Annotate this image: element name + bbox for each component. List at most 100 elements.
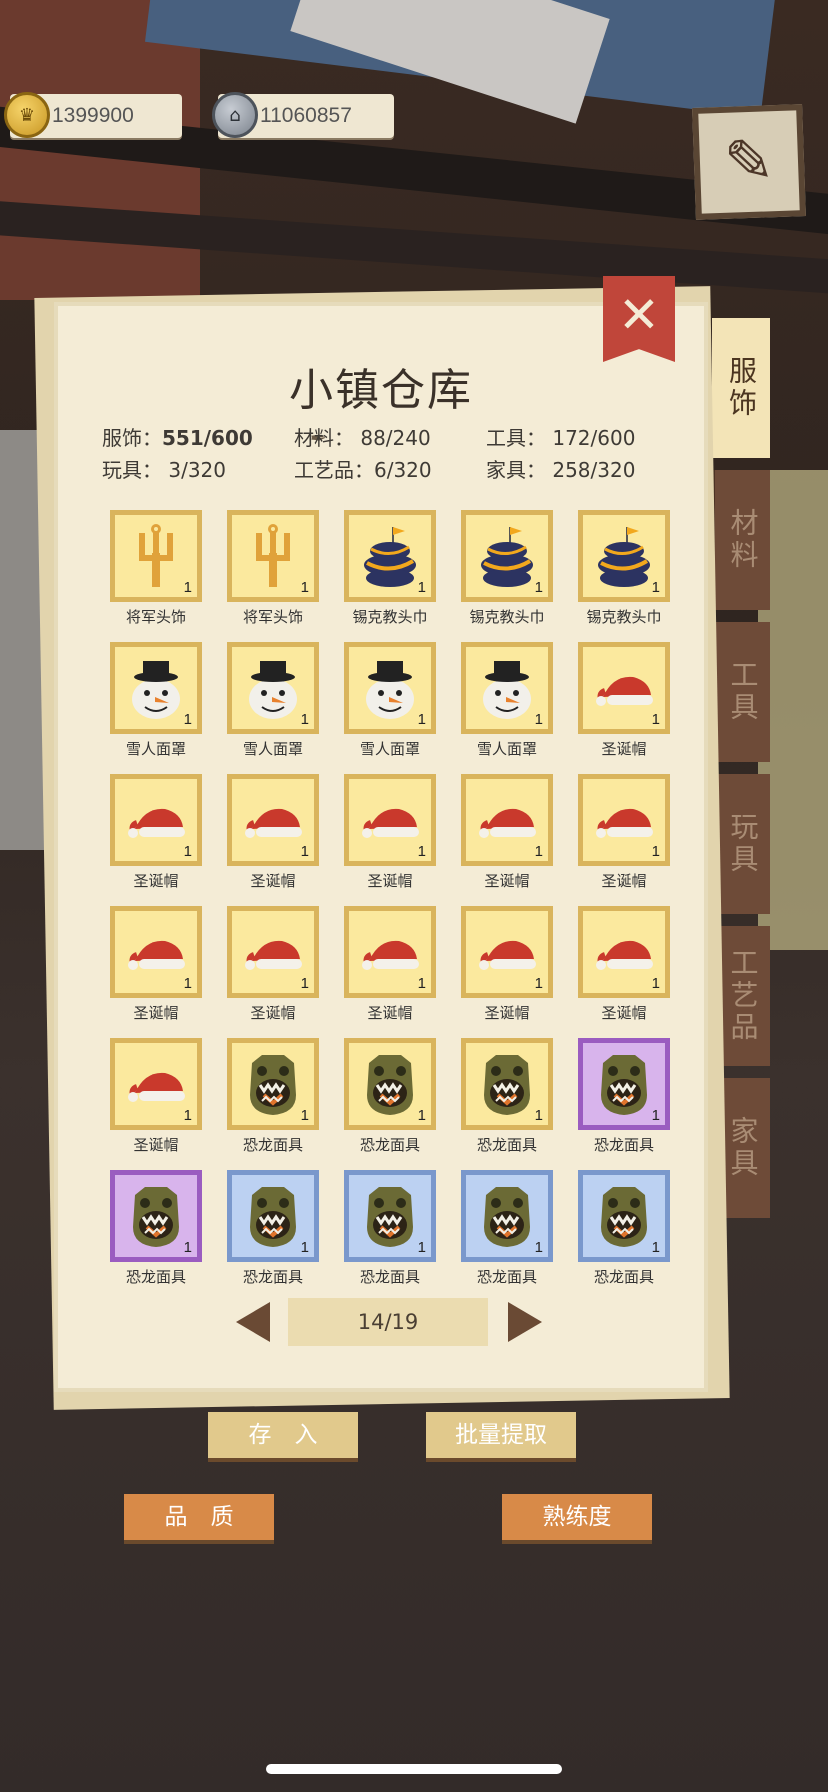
item-count: 1 (417, 579, 426, 596)
inventory-item[interactable]: 1 恐龙面具 (344, 1038, 436, 1154)
santa-hat-icon (476, 919, 538, 985)
inventory-item[interactable]: 1 圣诞帽 (578, 906, 670, 1022)
warehouse-panel: 小镇仓库 服饰：551/600 ✒ 材料： 88/240 工具： 172/600… (54, 302, 708, 1392)
stat-tools: 工具： 172/600 (486, 426, 636, 450)
home-indicator[interactable] (266, 1764, 562, 1774)
inventory-item[interactable]: 1 锡克教头巾 (461, 510, 553, 626)
item-slot[interactable]: 1 (578, 906, 670, 998)
proficiency-button[interactable]: 熟练度 (502, 1494, 652, 1540)
item-slot[interactable]: 1 (461, 906, 553, 998)
item-count: 1 (417, 1239, 426, 1256)
santa-hat-icon (359, 787, 421, 853)
inventory-item[interactable]: 1 恐龙面具 (110, 1170, 202, 1286)
inventory-item[interactable]: 1 圣诞帽 (461, 906, 553, 1022)
stat-clothing-value: 551/600 (162, 426, 253, 450)
inventory-item[interactable]: 1 将军头饰 (227, 510, 319, 626)
gold-amount: 1399900 (52, 104, 134, 127)
item-slot[interactable]: 1 (344, 906, 436, 998)
santa-hat-icon (125, 919, 187, 985)
item-count: 1 (417, 711, 426, 728)
journal-button[interactable]: ✎ (692, 104, 806, 220)
santa-hat-icon (125, 787, 187, 853)
inventory-item[interactable]: 1 圣诞帽 (110, 1038, 202, 1154)
inventory-item[interactable]: 1 恐龙面具 (227, 1170, 319, 1286)
inventory-item[interactable]: 1 恐龙面具 (461, 1170, 553, 1286)
item-count: 1 (300, 711, 309, 728)
inventory-item[interactable]: 1 圣诞帽 (344, 774, 436, 890)
item-slot[interactable]: 1 (578, 510, 670, 602)
item-count: 1 (417, 1107, 426, 1124)
item-slot[interactable]: 1 (344, 774, 436, 866)
inventory-item[interactable]: 1 圣诞帽 (578, 774, 670, 890)
inventory-item[interactable]: 1 恐龙面具 (578, 1038, 670, 1154)
item-name: 锡克教头巾 (586, 608, 662, 626)
turban-icon (593, 523, 655, 589)
prev-page-arrow-icon[interactable] (236, 1302, 270, 1342)
item-slot[interactable]: 1 (461, 510, 553, 602)
inventory-item[interactable]: 1 圣诞帽 (344, 906, 436, 1022)
inventory-item[interactable]: 1 恐龙面具 (227, 1038, 319, 1154)
inventory-item[interactable]: 1 锡克教头巾 (578, 510, 670, 626)
item-slot[interactable]: 1 (227, 1170, 319, 1262)
item-name: 恐龙面具 (476, 1268, 537, 1286)
item-slot[interactable]: 1 (110, 642, 202, 734)
item-slot[interactable]: 1 (110, 774, 202, 866)
deposit-button[interactable]: 存 入 (208, 1412, 358, 1458)
inventory-item[interactable]: 1 雪人面罩 (344, 642, 436, 758)
inventory-item[interactable]: 1 雪人面罩 (227, 642, 319, 758)
inventory-item[interactable]: 1 圣诞帽 (227, 906, 319, 1022)
inventory-item[interactable]: 1 恐龙面具 (344, 1170, 436, 1286)
item-slot[interactable]: 1 (344, 642, 436, 734)
santa-hat-icon (242, 919, 304, 985)
item-slot[interactable]: 1 (227, 1038, 319, 1130)
item-slot[interactable]: 1 (578, 1038, 670, 1130)
dino-mask-icon (476, 1183, 538, 1249)
item-slot[interactable]: 1 (461, 1038, 553, 1130)
quality-button[interactable]: 品 质 (124, 1494, 274, 1540)
santa-hat-icon (593, 919, 655, 985)
item-slot[interactable]: 1 (344, 510, 436, 602)
stat-toys: 玩具： 3/320 (102, 458, 226, 482)
snowman-icon (125, 655, 187, 721)
item-slot[interactable]: 1 (227, 510, 319, 602)
inventory-item[interactable]: 1 雪人面罩 (110, 642, 202, 758)
item-slot[interactable]: 1 (110, 1038, 202, 1130)
batch-withdraw-button[interactable]: 批量提取 (426, 1412, 576, 1458)
item-slot[interactable]: 1 (227, 774, 319, 866)
item-slot[interactable]: 1 (578, 774, 670, 866)
item-slot[interactable]: 1 (461, 1170, 553, 1262)
item-slot[interactable]: 1 (344, 1038, 436, 1130)
inventory-item[interactable]: 1 锡克教头巾 (344, 510, 436, 626)
item-count: 1 (183, 975, 192, 992)
item-slot[interactable]: 1 (227, 642, 319, 734)
item-name: 将军头饰 (125, 608, 186, 626)
stat-materials: 材料： 88/240 (294, 426, 431, 450)
inventory-item[interactable]: 1 恐龙面具 (461, 1038, 553, 1154)
item-slot[interactable]: 1 (344, 1170, 436, 1262)
item-name: 雪人面罩 (242, 740, 303, 758)
inventory-item[interactable]: 1 圣诞帽 (578, 642, 670, 758)
item-slot[interactable]: 1 (110, 906, 202, 998)
tab-2[interactable]: 工具 (712, 622, 770, 762)
item-slot[interactable]: 1 (110, 510, 202, 602)
inventory-item[interactable]: 1 雪人面罩 (461, 642, 553, 758)
inventory-item[interactable]: 1 圣诞帽 (110, 906, 202, 1022)
item-slot[interactable]: 1 (110, 1170, 202, 1262)
item-name: 将军头饰 (242, 608, 303, 626)
item-name: 圣诞帽 (484, 872, 530, 890)
inventory-item[interactable]: 1 恐龙面具 (578, 1170, 670, 1286)
tab-0[interactable]: 服饰 (712, 318, 770, 458)
iron-coin-icon: ⌂ (212, 92, 258, 138)
item-slot[interactable]: 1 (461, 774, 553, 866)
item-slot[interactable]: 1 (227, 906, 319, 998)
item-slot[interactable]: 1 (578, 1170, 670, 1262)
stat-crafts: 工艺品：6/320 (294, 458, 432, 482)
tab-1[interactable]: 材料 (712, 470, 770, 610)
next-page-arrow-icon[interactable] (508, 1302, 542, 1342)
inventory-item[interactable]: 1 将军头饰 (110, 510, 202, 626)
item-slot[interactable]: 1 (461, 642, 553, 734)
item-slot[interactable]: 1 (578, 642, 670, 734)
inventory-item[interactable]: 1 圣诞帽 (110, 774, 202, 890)
inventory-item[interactable]: 1 圣诞帽 (227, 774, 319, 890)
inventory-item[interactable]: 1 圣诞帽 (461, 774, 553, 890)
